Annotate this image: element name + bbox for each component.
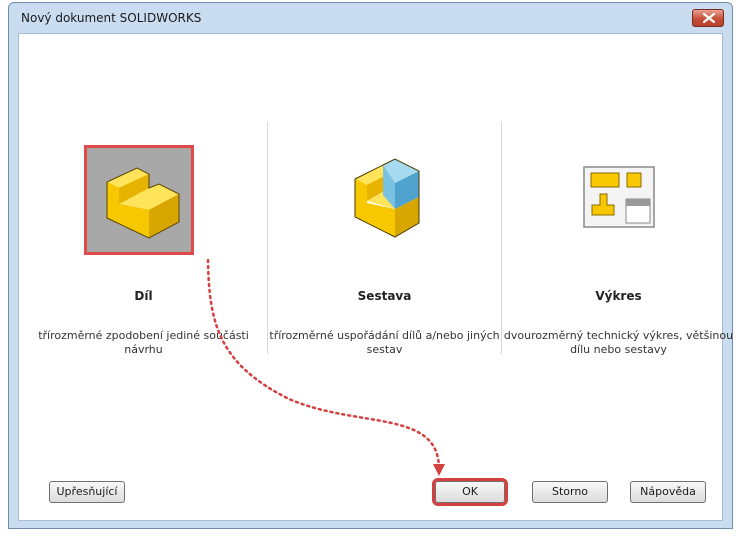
dialog-window: Nový dokument SOLIDWORKS Díl třírozměrné… xyxy=(8,2,733,529)
window-title: Nový dokument SOLIDWORKS xyxy=(21,11,202,25)
dialog-content: Díl třírozměrné zpodobení jediné součást… xyxy=(18,33,733,521)
close-icon xyxy=(703,13,715,23)
title-bar[interactable]: Nový dokument SOLIDWORKS xyxy=(9,3,732,33)
annotation-arrow xyxy=(206,258,445,476)
close-button[interactable] xyxy=(692,9,724,27)
